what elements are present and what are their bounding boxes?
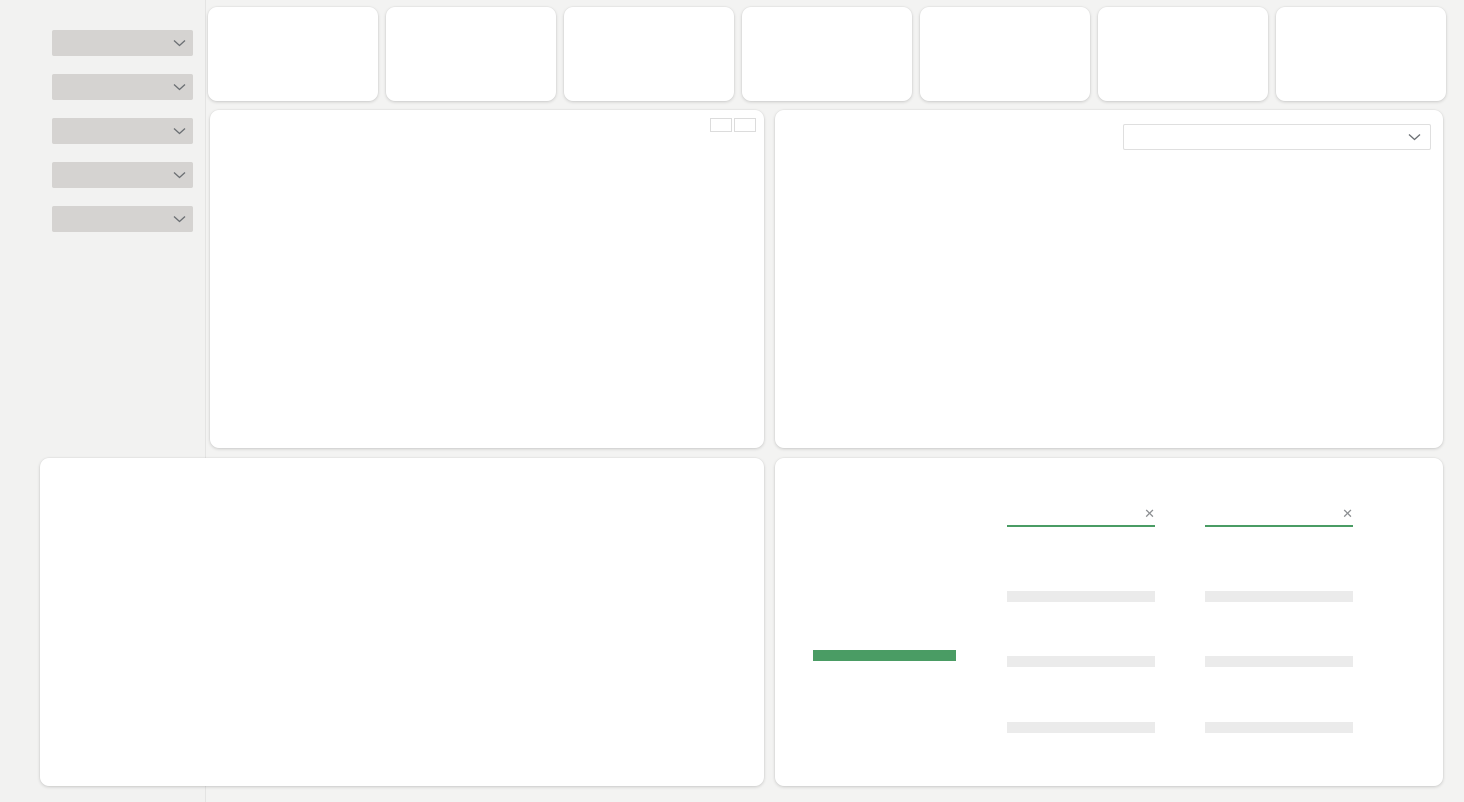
kpi-card-new-logo[interactable] [386, 7, 556, 101]
sankey-bar-track [1007, 722, 1155, 733]
sankey-bar-track [1205, 591, 1353, 602]
kpi-card-total-revenue[interactable] [208, 7, 378, 101]
sankey-bar-fill [813, 650, 956, 661]
sankey-bar-track [813, 650, 956, 661]
chevron-down-icon [173, 83, 186, 91]
slicer-year [0, 30, 205, 56]
slicer-dropdown-scenario[interactable] [52, 206, 193, 232]
sankey-node-product-cumulus[interactable] [1007, 656, 1155, 674]
sankey-node-opportunity-2[interactable] [1205, 722, 1353, 740]
chevron-down-icon [173, 39, 186, 47]
kpi-card-ltv-cac[interactable] [1098, 7, 1268, 101]
sankey-bar-track [1007, 656, 1155, 667]
slicer-product [0, 74, 205, 100]
donut-svg[interactable] [210, 152, 764, 448]
kpi-card-row [208, 7, 1454, 105]
slicer-dropdown-product[interactable] [52, 74, 193, 100]
subscriber-type-dropdown[interactable] [1123, 124, 1431, 150]
chevron-down-icon [1408, 133, 1421, 141]
slicer-entity [0, 118, 205, 144]
donut-chart [210, 152, 764, 448]
contract-arr-breakdown-panel: ✕ ✕ [775, 458, 1443, 786]
chevron-down-icon [173, 127, 186, 135]
kpi-card-ltv[interactable] [920, 7, 1090, 101]
kpi-card-churn[interactable] [564, 7, 734, 101]
sankey-node-opportunity-0[interactable] [1205, 591, 1353, 609]
arr-chart-svg[interactable] [40, 516, 764, 786]
sankey-bar-track [1007, 591, 1155, 602]
kpi-card-avg-cl[interactable] [1276, 7, 1446, 101]
app-brand-title [0, 0, 205, 12]
waterfall-svg[interactable] [775, 160, 1443, 450]
slicer-dropdown-entity[interactable] [52, 118, 193, 144]
slicer-department [0, 162, 205, 188]
kpi-card-cac[interactable] [742, 7, 912, 101]
sankey-node-root[interactable] [813, 650, 956, 668]
slicer-dropdown-department[interactable] [52, 162, 193, 188]
sankey-node-product-stratus[interactable] [1007, 722, 1155, 740]
chevron-down-icon [173, 171, 186, 179]
slicer-dropdown-year[interactable] [52, 30, 193, 56]
segment-button-group [710, 118, 756, 132]
existing-customers-button[interactable] [710, 118, 732, 132]
future-opportunities-button[interactable] [734, 118, 756, 132]
sankey-bar-track [1205, 656, 1353, 667]
sankey-bar-track [1205, 722, 1353, 733]
chevron-down-icon [173, 215, 186, 223]
sankey-node-opportunity-1[interactable] [1205, 656, 1353, 674]
subscribers-by-type-panel [775, 110, 1443, 448]
arr-and-revenue-panel [40, 458, 764, 786]
sankey-node-product-nimbus[interactable] [1007, 591, 1155, 609]
slicer-scenario [0, 206, 205, 232]
top-5-opps-panel [210, 110, 764, 448]
